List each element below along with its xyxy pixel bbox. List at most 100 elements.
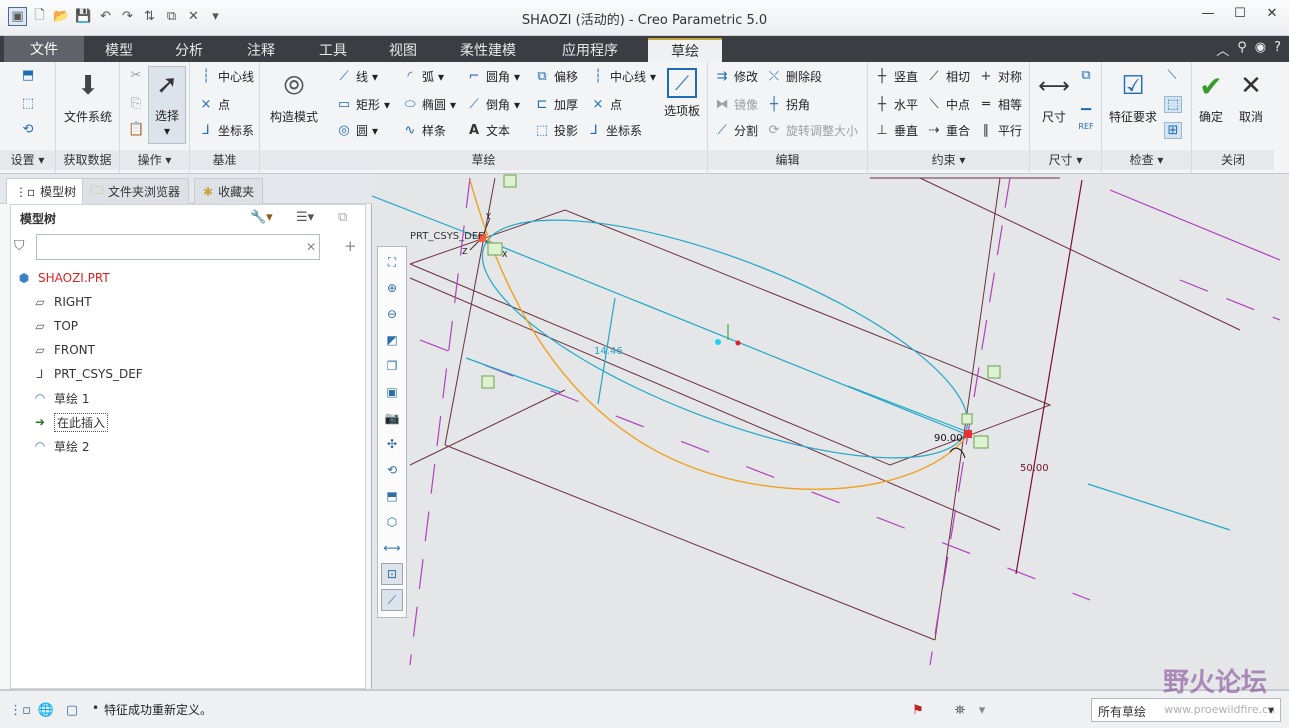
clear-search-icon[interactable]: ✕ [306, 240, 316, 254]
offset-button[interactable]: ⧉ 偏移 [534, 68, 578, 85]
tree-item-front[interactable]: ▱ FRONT [32, 340, 95, 360]
line-button[interactable]: ⟋ 线 ▾ [336, 68, 378, 85]
perspective-icon[interactable]: ⬡ [381, 511, 403, 533]
rotate-resize-button[interactable]: ⟳ 旋转调整大小 [766, 122, 858, 139]
constraint-tangent-2[interactable] [973, 435, 989, 449]
sketch-point-button[interactable]: × 点 [590, 96, 622, 113]
sketch-view-button[interactable]: ⟲ [20, 122, 36, 137]
equal-constraint-button[interactable]: ═ 相等 [978, 96, 1022, 113]
parallel-constraint-button[interactable]: ∥ 平行 [978, 122, 1022, 139]
tree-item-sketch-1[interactable]: ◠ 草绘 1 [32, 388, 90, 408]
search-icon[interactable]: ⚲ [1237, 40, 1247, 59]
sketch-setup-button[interactable]: ⬒ [20, 68, 36, 83]
spin-center-icon[interactable]: ⟲ [381, 459, 403, 481]
ellipse-button[interactable]: ⬭ 椭圆 ▾ [402, 96, 456, 113]
circle-button[interactable]: ◎ 圆 ▾ [336, 122, 378, 139]
cut-button[interactable]: ✂ [128, 68, 144, 83]
tab-annotate[interactable]: 注释 [228, 38, 294, 62]
group-operations-label[interactable]: 操作 ▾ [120, 150, 189, 170]
text-button[interactable]: A 文本 [466, 122, 510, 139]
sketch-csys-button[interactable]: ⅃ 坐标系 [586, 122, 642, 139]
construction-mode-button[interactable]: ⦾ 构造模式 [264, 68, 324, 125]
highlight-open-ends-button[interactable]: ⟍ [1164, 68, 1180, 83]
palette-button[interactable]: ⟋ 选项板 [658, 68, 706, 119]
datum-csys-button[interactable]: ⅃ 坐标系 [198, 122, 254, 139]
group-dimension-label[interactable]: 尺寸 ▾ [1030, 150, 1101, 170]
tree-item-csys[interactable]: ⅃ PRT_CSYS_DEF [32, 364, 143, 384]
coincident-constraint-button[interactable]: ⇢ 重合 [926, 122, 970, 139]
tab-applications[interactable]: 应用程序 [542, 38, 638, 62]
select-button[interactable]: ➚ 选择 ▾ [148, 66, 186, 144]
thicken-button[interactable]: ⊏ 加厚 [534, 96, 578, 113]
overlapping-geometry-button[interactable]: ⊞ [1164, 122, 1182, 139]
annotation-display-icon[interactable]: ⬒ [381, 485, 403, 507]
refit-icon[interactable]: ⛶ [381, 251, 403, 273]
datum-point-button[interactable]: × 点 [198, 96, 230, 113]
perimeter-button[interactable]: ⧉ [1078, 68, 1094, 83]
fullscreen-icon[interactable]: ▢ [62, 700, 82, 720]
sketcher-display-icon[interactable]: ⊡ [381, 563, 403, 585]
collapse-ribbon-icon[interactable]: ︿ [1216, 40, 1229, 59]
tree-item-right[interactable]: ▱ RIGHT [32, 292, 91, 312]
arc-button[interactable]: ◜ 弧 ▾ [402, 68, 444, 85]
constraint-tangent-3[interactable] [961, 413, 973, 425]
maximize-icon[interactable]: ☐ [1231, 6, 1249, 24]
perpendicular-constraint-button[interactable]: ⊥ 垂直 [874, 122, 918, 139]
project-button[interactable]: ⬚ 投影 [534, 122, 578, 139]
tree-settings-icon[interactable]: 🔧▾ [250, 210, 273, 225]
mirror-button[interactable]: ⧓ 镜像 [714, 96, 759, 113]
tab-model-tree[interactable]: ⋮▫ 模型树 [6, 178, 86, 204]
vertical-constraint-button[interactable]: ┼ 竖直 [874, 68, 918, 85]
tab-file[interactable]: 文件 [4, 36, 84, 62]
references-button[interactable]: ⬚ [20, 96, 36, 111]
modify-button[interactable]: ⇉ 修改 [714, 68, 758, 85]
zoom-in-icon[interactable]: ⊕ [381, 277, 403, 299]
baseline-button[interactable]: ▁ [1078, 96, 1094, 111]
copy-button[interactable]: ⎘ [128, 96, 144, 111]
help-icon[interactable]: ? [1274, 40, 1281, 59]
repaint-icon[interactable]: ◩ [381, 329, 403, 351]
constraint-vertical-2[interactable] [987, 365, 1001, 379]
tree-item-top[interactable]: ▱ TOP [32, 316, 78, 336]
tab-folder-browser[interactable]: 🗀 文件夹浏览器 [82, 178, 190, 204]
divide-button[interactable]: ⟋ 分割 [714, 122, 758, 139]
graphics-area[interactable]: PRT_CSYS_DEF Y X Z 14.46 90.00 50.00 [372, 174, 1289, 689]
shade-closed-loops-button[interactable]: ⬚ [1164, 96, 1182, 113]
tangent-constraint-button[interactable]: ⟋ 相切 [926, 68, 970, 85]
find-icon[interactable]: ⛯ [950, 700, 970, 720]
tab-model[interactable]: 模型 [88, 38, 150, 62]
show-browser-icon[interactable]: 🌐 [36, 700, 56, 720]
tab-favorites[interactable]: ✱ 收藏夹 [194, 178, 264, 204]
tab-sketch[interactable]: 草绘 [648, 38, 722, 62]
end-point-handle[interactable] [964, 430, 972, 438]
datum-centerline-button[interactable]: ┆ 中心线 [198, 68, 254, 85]
show-columns-icon[interactable]: ☰▾ [296, 210, 314, 225]
minimize-icon[interactable]: — [1199, 6, 1217, 24]
fillet-button[interactable]: ⌐ 圆角 ▾ [466, 68, 521, 85]
sketch-centerline-button[interactable]: ┆ 中心线 ▾ [590, 68, 656, 85]
view-manager-icon[interactable]: 📷 [381, 407, 403, 429]
reference-dim-button[interactable]: REF [1078, 122, 1094, 131]
dimension-length[interactable]: 50.00 [1020, 463, 1049, 474]
file-system-button[interactable]: ⬇ 文件系统 [60, 68, 116, 125]
delete-segment-button[interactable]: ⤬ 删除段 [766, 68, 822, 85]
tab-tools[interactable]: 工具 [300, 38, 366, 62]
datum-display-icon[interactable]: ✣ [381, 433, 403, 455]
chamfer-button[interactable]: ⟋ 倒角 ▾ [466, 96, 520, 113]
sketch-graphics[interactable] [372, 174, 1289, 689]
ok-button[interactable]: ✔ 确定 [1192, 68, 1230, 125]
show-navigator-icon[interactable]: ⋮▫ [9, 700, 31, 720]
group-constrain-label[interactable]: 约束 ▾ [868, 150, 1029, 170]
tab-view[interactable]: 视图 [372, 38, 434, 62]
sketch-view-icon[interactable]: ⟷ [381, 537, 403, 559]
dimension-angle[interactable]: 90.00 [934, 433, 963, 444]
midpoint-constraint-button[interactable]: ⟍ 中点 [926, 96, 970, 113]
dimension-button[interactable]: ⟷ 尺寸 [1034, 68, 1074, 125]
red-point[interactable] [735, 340, 741, 346]
cancel-button[interactable]: ✕ 取消 [1232, 68, 1270, 125]
horizontal-constraint-button[interactable]: ┼ 水平 [874, 96, 918, 113]
close-icon[interactable]: ✕ [1263, 6, 1281, 24]
tree-item-sketch-2[interactable]: ◠ 草绘 2 [32, 436, 90, 456]
feature-requirements-button[interactable]: ☑ 特征要求 [1104, 68, 1162, 125]
tree-item-insert-here[interactable]: ➜ 在此插入 [32, 412, 109, 432]
